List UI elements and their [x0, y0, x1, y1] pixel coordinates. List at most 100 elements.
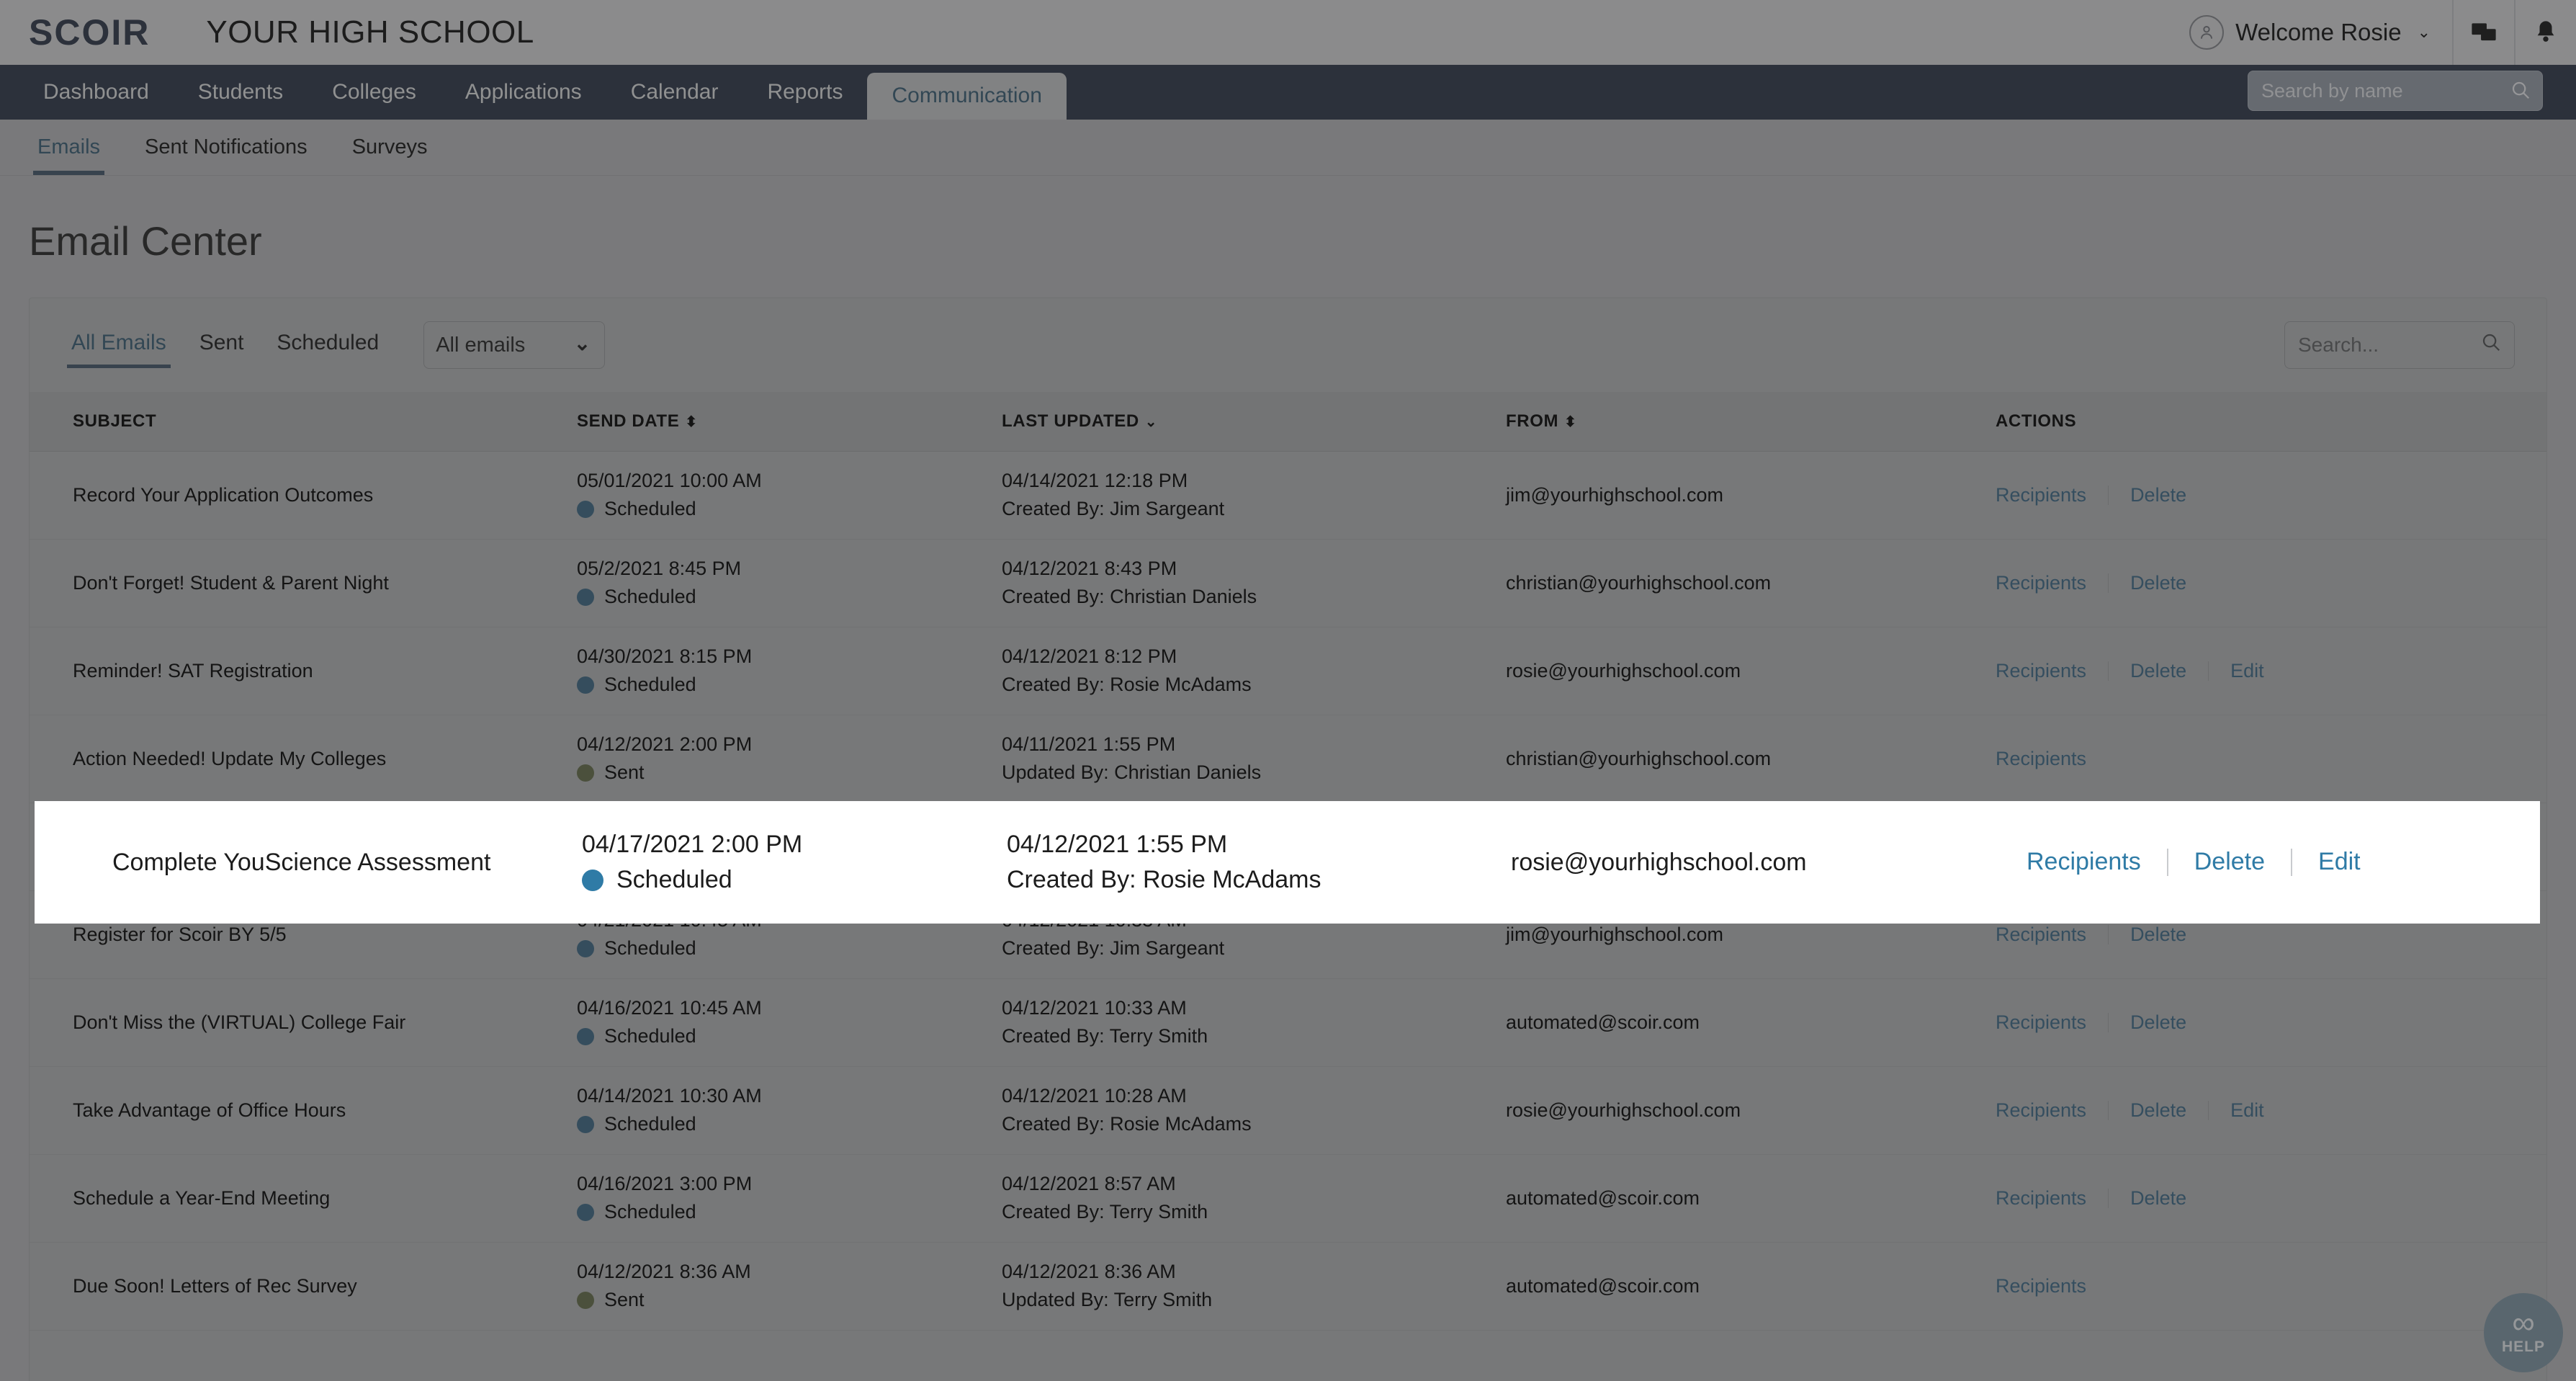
status-badge: Scheduled	[577, 674, 1002, 696]
table-row[interactable]: Don't Forget! Student & Parent Night 05/2…	[30, 539, 2546, 627]
action-delete-link[interactable]: Delete	[2109, 924, 2208, 944]
action-delete-link[interactable]: Delete	[2109, 1012, 2208, 1032]
column-label-subject: SUBJECT	[73, 411, 157, 431]
action-recipients-link[interactable]: Recipients	[1996, 1100, 2109, 1120]
action-recipients-link[interactable]: Recipients	[1996, 485, 2109, 505]
row-actions: Recipients Delete	[1996, 485, 2546, 505]
status-badge: Scheduled	[577, 1113, 1002, 1135]
action-edit-link[interactable]: Edit	[2209, 1100, 2286, 1120]
nav-item-applications[interactable]: Applications	[441, 65, 606, 120]
status-badge: Scheduled	[577, 1201, 1002, 1223]
action-delete-link[interactable]: Delete	[2109, 485, 2208, 505]
table-row[interactable]: Take Advantage of Office Hours 04/14/2021…	[30, 1066, 2546, 1155]
cell-actions: Recipients	[1996, 1242, 2546, 1331]
updated-by-value: Created By: Jim Sargeant	[1002, 498, 1225, 519]
school-name: YOUR HIGH SCHOOL	[206, 14, 534, 50]
column-label-actions: ACTIONS	[1996, 411, 2077, 431]
column-header-last-updated[interactable]: LAST UPDATED ⌄	[1002, 392, 1506, 452]
tab-all-emails[interactable]: All Emails	[58, 322, 179, 368]
email-type-select[interactable]: All emails	[423, 321, 606, 369]
column-header-send-date[interactable]: SEND DATE ⬍	[577, 392, 1002, 452]
subnav-item-surveys[interactable]: Surveys	[333, 120, 446, 175]
tab-sent[interactable]: Sent	[187, 322, 257, 368]
action-recipients-link[interactable]: Recipients	[1996, 924, 2109, 944]
cell-last-updated: 04/12/2021 8:57 AM Created By: Terry Smit…	[1002, 1154, 1506, 1243]
cell-actions: Recipients Delete	[1996, 539, 2546, 627]
table-row[interactable]: Action Needed! Update My Colleges 04/12/2…	[30, 715, 2546, 803]
cell-actions: Recipients	[1996, 715, 2546, 803]
cell-subject: Reminder! SAT Registration	[30, 627, 577, 715]
status-label: Scheduled	[604, 498, 696, 519]
nav-item-calendar[interactable]: Calendar	[606, 65, 743, 120]
nav-item-students[interactable]: Students	[174, 65, 308, 120]
cell-from: christian@yourhighschool.com	[1506, 715, 1996, 803]
subnav-item-emails[interactable]: Emails	[19, 120, 119, 175]
status-label: Scheduled	[604, 1201, 696, 1223]
cell-subject: Don't Miss the (VIRTUAL) College Fair	[30, 978, 577, 1067]
welcome-label: Welcome Rosie	[2235, 19, 2402, 45]
row-actions: Recipients	[1996, 748, 2546, 769]
global-search-input[interactable]	[2248, 71, 2543, 111]
action-recipients-link[interactable]: Recipients	[1996, 573, 2109, 593]
nav-item-dashboard[interactable]: Dashboard	[19, 65, 174, 120]
column-header-subject[interactable]: SUBJECT	[30, 392, 577, 452]
table-row[interactable]: Reminder! SAT Registration 04/30/2021 8:1…	[30, 627, 2546, 715]
action-delete-link[interactable]: Delete	[2109, 1188, 2208, 1208]
dimmed-background-layer: SCOIR YOUR HIGH SCHOOL Welcome Rosie ⌄ D…	[0, 0, 2576, 1381]
status-label: Sent	[604, 761, 645, 783]
cell-from: automated@scoir.com	[1506, 978, 1996, 1067]
cell-actions: RecipientsDeleteEdit	[1996, 1066, 2546, 1155]
subnav-item-sent-notifications[interactable]: Sent Notifications	[126, 120, 326, 175]
last-updated-value: 04/12/2021 8:57 AM	[1002, 1173, 1176, 1194]
tab-scheduled[interactable]: Scheduled	[264, 322, 392, 368]
email-filter-tabs: All Emails Sent Scheduled	[58, 322, 392, 368]
updated-by-value: Created By: Rosie McAdams	[1002, 674, 1252, 695]
highlight-recipients-link[interactable]: Recipients	[2001, 848, 2168, 876]
scoir-logo[interactable]: SCOIR	[29, 12, 150, 53]
chevron-down-icon: ⌄	[2417, 23, 2431, 41]
highlight-subject: Complete YouScience Assessment	[112, 848, 491, 876]
cell-subject: Take Advantage of Office Hours	[30, 1066, 577, 1155]
table-row[interactable]: Don't Miss the (VIRTUAL) College Fair 04/…	[30, 978, 2546, 1067]
cell-actions: RecipientsDeleteEdit	[1996, 627, 2546, 715]
row-actions: Recipients Delete	[1996, 573, 2546, 593]
table-row[interactable]: Due Soon! Letters of Rec Survey 04/12/202…	[30, 1242, 2546, 1331]
main-content: Email Center All Emails Sent Scheduled A…	[0, 176, 2576, 1381]
action-recipients-link[interactable]: Recipients	[1996, 1276, 2108, 1296]
action-edit-link[interactable]: Edit	[2209, 661, 2286, 681]
updated-by-value: Updated By: Christian Daniels	[1002, 761, 1262, 783]
nav-item-reports[interactable]: Reports	[742, 65, 867, 120]
action-delete-link[interactable]: Delete	[2109, 573, 2208, 593]
messages-icon[interactable]	[2452, 0, 2514, 65]
action-recipients-link[interactable]: Recipients	[1996, 748, 2108, 769]
action-delete-link[interactable]: Delete	[2109, 1100, 2209, 1120]
highlighted-email-row[interactable]: Complete YouScience Assessment 04/17/202…	[35, 801, 2540, 924]
column-header-from[interactable]: FROM ⬍	[1506, 392, 1996, 452]
cell-last-updated: 04/12/2021 8:12 PM Created By: Rosie McAd…	[1002, 627, 1506, 715]
cell-from: rosie@yourhighschool.com	[1506, 1066, 1996, 1155]
send-date-value: 05/01/2021 10:00 AM	[577, 470, 762, 491]
updated-by-value: Created By: Terry Smith	[1002, 1201, 1208, 1223]
updated-by-value: Created By: Terry Smith	[1002, 1025, 1208, 1047]
action-recipients-link[interactable]: Recipients	[1996, 1012, 2109, 1032]
table-row[interactable]: Schedule a Year-End Meeting 04/16/2021 3:…	[30, 1154, 2546, 1243]
main-nav-items: Dashboard Students Colleges Applications…	[0, 65, 1067, 120]
help-chat-button[interactable]: ∞ HELP	[2484, 1293, 2563, 1372]
nav-item-colleges[interactable]: Colleges	[308, 65, 441, 120]
highlight-status: Scheduled	[582, 866, 1007, 894]
highlight-delete-link[interactable]: Delete	[2168, 848, 2293, 876]
table-row[interactable]: Record Your Application Outcomes 05/01/20…	[30, 451, 2546, 540]
action-delete-link[interactable]: Delete	[2109, 661, 2209, 681]
help-label: HELP	[2501, 1338, 2545, 1355]
status-dot-icon	[577, 676, 594, 694]
highlight-edit-link[interactable]: Edit	[2292, 848, 2387, 875]
status-dot-icon	[582, 869, 603, 891]
user-menu[interactable]: Welcome Rosie ⌄	[2168, 0, 2452, 65]
notifications-bell-icon[interactable]	[2514, 0, 2576, 65]
nav-item-communication[interactable]: Communication	[867, 72, 1067, 120]
action-recipients-link[interactable]: Recipients	[1996, 1188, 2109, 1208]
highlight-status-label: Scheduled	[616, 866, 732, 893]
highlight-send-date-cell: 04/17/2021 2:00 PM Scheduled	[582, 831, 1007, 894]
action-recipients-link[interactable]: Recipients	[1996, 661, 2109, 681]
row-actions: RecipientsDeleteEdit	[1996, 1100, 2546, 1120]
